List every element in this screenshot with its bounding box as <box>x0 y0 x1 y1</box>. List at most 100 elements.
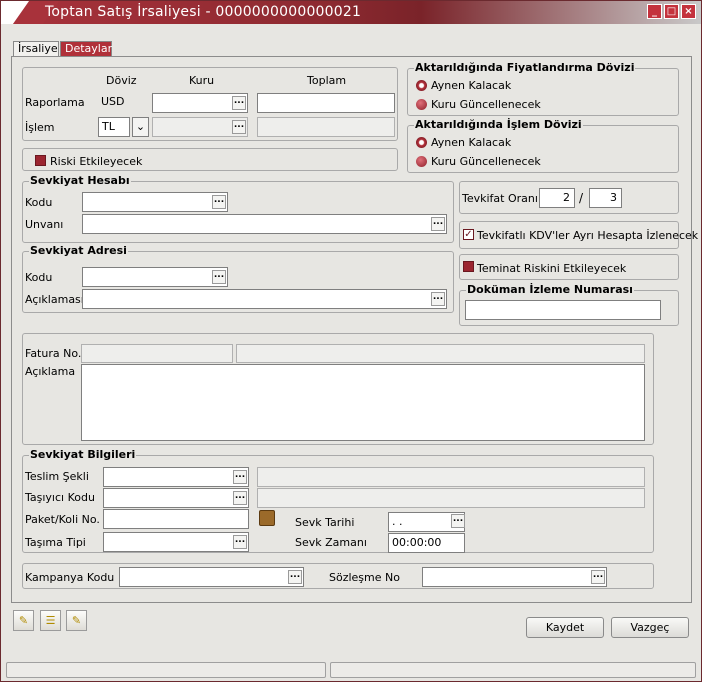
islem-aynen-radio[interactable] <box>416 137 427 148</box>
unvani-input[interactable]: ... <box>82 214 447 234</box>
sevkiyat-hesabi-title: Sevkiyat Hesabı <box>29 174 131 187</box>
tevkifat-group: Tevkifat Oranı 2 / 3 <box>459 181 679 214</box>
fiyat-aynen-label: Aynen Kalacak <box>431 79 512 92</box>
status-bar-left <box>6 662 326 678</box>
tevkifat-num-input[interactable]: 2 <box>539 188 575 208</box>
window-title: Toptan Satış İrsaliyesi - 00000000000000… <box>45 4 362 20</box>
title-bar: Toptan Satış İrsaliyesi - 00000000000000… <box>1 1 701 24</box>
raporlama-kuru-input[interactable]: ... <box>152 93 248 113</box>
window: Toptan Satış İrsaliyesi - 00000000000000… <box>0 0 702 682</box>
tevkifat-label: Tevkifat Oranı <box>462 192 538 205</box>
sevk-tarihi-label: Sevk Tarihi <box>295 516 355 529</box>
tasima-tipi-label: Taşıma Tipi <box>25 536 86 549</box>
sevkiyat-adresi-title: Sevkiyat Adresi <box>29 244 128 257</box>
sevk-zamani-input[interactable]: 00:00:00 <box>388 533 465 553</box>
tevkifat-den-input[interactable]: 3 <box>589 188 622 208</box>
teslim-sekli-label: Teslim Şekli <box>25 470 89 483</box>
tab-page-detaylar: Döviz Kuru Toplam Raporlama USD ... İşle… <box>11 56 698 603</box>
islem-guncel-radio[interactable] <box>416 156 427 167</box>
chevron-down-icon[interactable]: ⌄ <box>132 117 149 137</box>
riski-etkileyecek-label: Riski Etkileyecek <box>50 155 143 168</box>
aciklama-label: Açıklama <box>25 365 76 378</box>
kampanya-kodu-label: Kampanya Kodu <box>25 571 115 584</box>
fatura-no-label: Fatura No. <box>25 347 82 360</box>
dokuman-input[interactable] <box>465 300 661 320</box>
document-icon[interactable]: ☰ <box>40 610 61 631</box>
sevkiyat-hesabi-group: Sevkiyat Hesabı Kodu ... Unvanı ... <box>22 174 454 243</box>
tab-irsaliye[interactable]: İrsaliye <box>13 41 59 57</box>
tab-detaylar[interactable]: Detaylar <box>60 41 112 57</box>
islem-toplam-input <box>257 117 395 137</box>
paket-input[interactable] <box>103 509 249 529</box>
unvani-label: Unvanı <box>25 218 64 231</box>
currency-group: Döviz Kuru Toplam Raporlama USD ... İşle… <box>22 67 398 141</box>
teminat-group: Teminat Riskini Etkileyecek <box>459 254 679 280</box>
tasima-tipi-input[interactable]: ... <box>103 532 249 552</box>
fiyat-aynen-radio[interactable] <box>416 80 427 91</box>
col-doviz: Döviz <box>106 74 137 87</box>
kdv-ayri-label: Tevkifatlı KDV'ler Ayrı Hesapta İzlenece… <box>477 229 699 242</box>
kampanya-kodu-input[interactable]: ... <box>119 567 304 587</box>
sevkiyat-bilgileri-group: Sevkiyat Bilgileri Teslim Şekli ... Taşı… <box>22 448 654 553</box>
raporlama-kuru-lookup-button[interactable]: ... <box>232 96 246 110</box>
adres-kodu-lookup-button[interactable]: ... <box>212 270 226 284</box>
riski-etkileyecek-checkbox[interactable] <box>35 155 46 166</box>
adres-aciklamasi-input[interactable]: ... <box>82 289 447 309</box>
kdv-ayri-checkbox[interactable]: ✓ <box>463 229 474 240</box>
maximize-icon[interactable]: □ <box>664 4 679 19</box>
teminat-label: Teminat Riskini Etkileyecek <box>477 262 627 275</box>
islem-kuru-input: ... <box>152 117 248 137</box>
islem-label: İşlem <box>25 121 55 134</box>
tasima-tipi-lookup-button[interactable]: ... <box>233 535 247 549</box>
search-icon[interactable]: ✎ <box>13 610 34 631</box>
kdv-ayri-group: ✓ Tevkifatlı KDV'ler Ayrı Hesapta İzlene… <box>459 221 698 249</box>
islem-doviz-select[interactable]: TL <box>98 117 130 137</box>
close-icon[interactable]: × <box>681 4 696 19</box>
raporlama-label: Raporlama <box>25 96 85 109</box>
fiyat-guncel-label: Kuru Güncellenecek <box>431 98 541 111</box>
edit-icon[interactable]: ✎ <box>66 610 87 631</box>
vazgec-button[interactable]: Vazgeç <box>611 617 689 638</box>
islem-aynen-label: Aynen Kalacak <box>431 136 512 149</box>
sevk-tarihi-calendar-button[interactable]: ... <box>451 514 465 528</box>
status-bar-right <box>330 662 696 678</box>
package-icon[interactable] <box>259 510 275 526</box>
raporlama-toplam-input[interactable] <box>257 93 395 113</box>
islem-kuru-lookup-button[interactable]: ... <box>232 120 246 134</box>
fiyat-guncel-radio[interactable] <box>416 99 427 110</box>
dokuman-group: Doküman İzleme Numarası <box>459 283 679 326</box>
sozlesme-no-input[interactable]: ... <box>422 567 607 587</box>
app-logo <box>1 1 39 24</box>
sevk-zamani-label: Sevk Zamanı <box>295 536 367 549</box>
aciklama-textarea[interactable] <box>81 364 645 441</box>
hesap-kodu-label: Kodu <box>25 196 53 209</box>
teslim-sekli-input[interactable]: ... <box>103 467 249 487</box>
sevkiyat-bilgileri-title: Sevkiyat Bilgileri <box>29 448 137 461</box>
fiyat-dovizi-group: Aktarıldığında Fiyatlandırma Dövizi Ayne… <box>407 61 679 116</box>
tevkifat-sep: / <box>579 191 584 205</box>
adres-kodu-input[interactable]: ... <box>82 267 228 287</box>
kampanya-kodu-lookup-button[interactable]: ... <box>288 570 302 584</box>
adres-aciklamasi-lookup-button[interactable]: ... <box>431 292 445 306</box>
tasiyici-kodu-input[interactable]: ... <box>103 488 249 508</box>
islem-guncel-label: Kuru Güncellenecek <box>431 155 541 168</box>
tasiyici-kodu-lookup-button[interactable]: ... <box>233 491 247 505</box>
riski-group: Riski Etkileyecek <box>22 148 398 171</box>
col-toplam: Toplam <box>307 74 347 87</box>
tasiyici-desc <box>257 488 645 508</box>
adres-aciklamasi-label: Açıklaması <box>25 293 84 306</box>
hesap-kodu-lookup-button[interactable]: ... <box>212 195 226 209</box>
hesap-kodu-input[interactable]: ... <box>82 192 228 212</box>
col-kuru: Kuru <box>189 74 215 87</box>
teslim-sekli-lookup-button[interactable]: ... <box>233 470 247 484</box>
minimize-icon[interactable]: _ <box>647 4 662 19</box>
adres-kodu-label: Kodu <box>25 271 53 284</box>
teslim-sekli-desc <box>257 467 645 487</box>
paket-label: Paket/Koli No. <box>25 513 100 526</box>
islem-dovizi-title: Aktarıldığında İşlem Dövizi <box>414 118 583 131</box>
sozlesme-no-lookup-button[interactable]: ... <box>591 570 605 584</box>
kaydet-button[interactable]: Kaydet <box>526 617 604 638</box>
teminat-checkbox[interactable] <box>463 261 474 272</box>
dokuman-title: Doküman İzleme Numarası <box>466 283 634 296</box>
unvani-lookup-button[interactable]: ... <box>431 217 445 231</box>
